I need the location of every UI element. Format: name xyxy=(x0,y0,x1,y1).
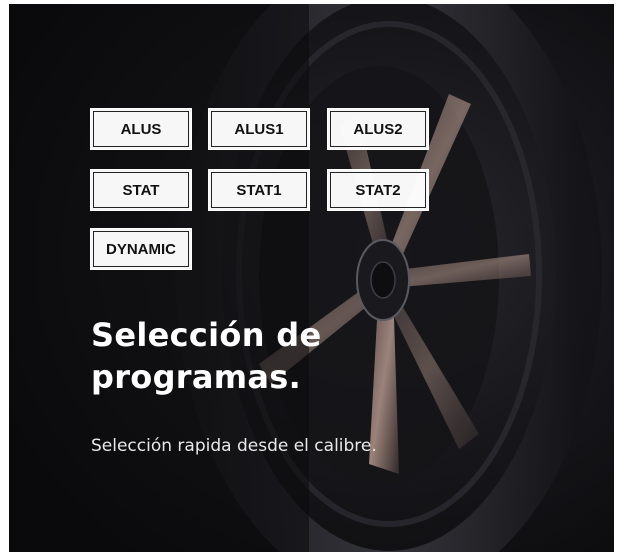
program-button-label: ALUS2 xyxy=(353,120,403,138)
page-title: Selección de programas. xyxy=(91,316,322,396)
program-button-stat1[interactable]: STAT1 xyxy=(208,169,310,211)
program-button-alus1[interactable]: ALUS1 xyxy=(208,108,310,150)
program-button-dynamic[interactable]: DYNAMIC xyxy=(90,228,192,270)
program-button-label: ALUS xyxy=(120,120,162,138)
hero-card: ALUS ALUS1 ALUS2 STAT STAT1 STAT2 DYNAMI… xyxy=(9,4,614,552)
program-button-stat2[interactable]: STAT2 xyxy=(327,169,429,211)
program-button-alus[interactable]: ALUS xyxy=(90,108,192,150)
program-button-stat[interactable]: STAT xyxy=(90,169,192,211)
program-button-label: STAT2 xyxy=(355,181,401,199)
program-button-alus2[interactable]: ALUS2 xyxy=(327,108,429,150)
program-button-label: ALUS1 xyxy=(234,120,284,138)
program-button-label: STAT xyxy=(122,181,160,199)
page-subtitle: Selección rapida desde el calibre. xyxy=(91,436,377,456)
wheel-background-image xyxy=(9,4,614,552)
program-button-label: DYNAMIC xyxy=(106,240,176,258)
program-button-label: STAT1 xyxy=(236,181,282,199)
